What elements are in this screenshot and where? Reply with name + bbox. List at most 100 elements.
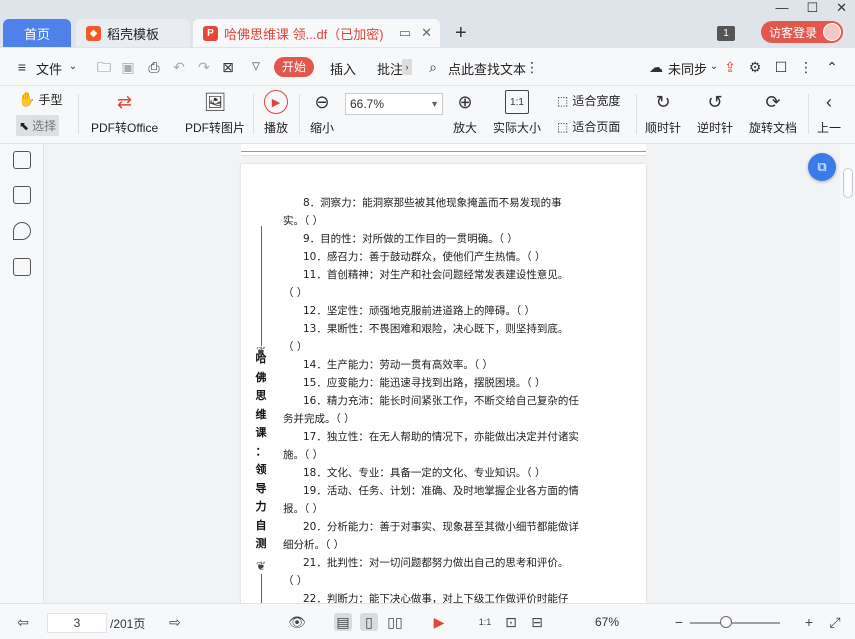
tab-daoke-template[interactable]: ◆ 稻壳模板 (76, 19, 190, 47)
floating-tool-button[interactable]: ⧉ (808, 153, 836, 181)
zoom-slider-knob[interactable] (720, 616, 732, 628)
print-icon[interactable]: ⎙ (146, 59, 162, 75)
fit-page-status-icon[interactable]: ⊡ (502, 613, 520, 631)
open-folder-icon[interactable]: 🗀 (96, 59, 112, 75)
rotate-counterclockwise-button[interactable]: ↺ 逆时针 (697, 90, 733, 136)
maximize-icon[interactable]: ☐ (806, 0, 818, 16)
more-vertical-icon[interactable]: ⋮ (524, 59, 540, 75)
ribbon-toolbar: ✋ 手型 ⬉ 选择 ⇄ PDF转Office 🖼 PDF转图片 ▶ 播放 ⊖ 缩… (0, 86, 855, 144)
minimize-icon[interactable]: — (775, 0, 788, 16)
next-page-arrow-icon[interactable]: ⇨ (166, 613, 184, 631)
fit-width-status-icon[interactable]: ⊟ (528, 613, 546, 631)
document-viewport[interactable]: ❦ 哈佛思维课：领导力自测 ❦ 8．洞察力：能洞察那些被其他现象掩盖而不易发现的… (45, 144, 840, 603)
pdf-to-office-button[interactable]: ⇄ PDF转Office (91, 90, 158, 136)
save-icon[interactable]: ▣ (120, 59, 136, 75)
zoom-in-button[interactable]: ⊕ 放大 (453, 90, 477, 136)
fit-width-button[interactable]: ⬚ 适合宽度 (557, 92, 620, 109)
play-button[interactable]: ▶ 播放 (264, 90, 288, 136)
zoom-percent: 67% (595, 615, 620, 629)
format-icon[interactable]: ⊠ (220, 59, 236, 75)
select-tool-label: 选择 (32, 119, 57, 133)
menu-annotate[interactable]: 批注 (377, 59, 403, 78)
pdf-to-image-button[interactable]: 🖼 PDF转图片 (185, 90, 245, 136)
tab-restore-icon[interactable]: ▭ (399, 25, 411, 41)
two-page-view-icon[interactable]: ▯▯ (386, 613, 404, 631)
more-vertical-icon[interactable]: ⋮ (798, 59, 814, 75)
prev-page-arrow-icon[interactable]: ⇦ (14, 613, 32, 631)
signature-icon[interactable] (13, 258, 31, 276)
status-bar: ⇦ 3 /201页 ⇨ 👁 ▤ ▯ ▯▯ ▶ 1:1 ⊡ ⊟ 67% − + ⤢ (0, 603, 855, 639)
menu-start[interactable]: 开始 (274, 57, 314, 77)
actual-size-status-icon[interactable]: 1:1 (476, 613, 494, 631)
tab-home[interactable]: 首页 (3, 19, 71, 47)
play-slideshow-icon[interactable]: ▶ (430, 613, 448, 631)
sync-status[interactable]: 未同步 (668, 59, 707, 78)
zoom-in-plus-icon[interactable]: + (800, 613, 818, 631)
actual-size-button[interactable]: 1:1 实际大小 (493, 90, 541, 136)
vertical-scrollbar[interactable] (840, 144, 855, 603)
play-icon: ▶ (264, 90, 288, 114)
tab-close-icon[interactable]: ✕ (421, 25, 432, 41)
doc-line: 19．活动、任务、计划：准确、及时地掌握企业各方面的情 (303, 485, 579, 497)
side-title-char: 佛 (255, 370, 267, 384)
menu-insert[interactable]: 插入 (330, 59, 356, 78)
eye-reading-mode-icon[interactable]: 👁 (288, 613, 306, 631)
search-icon[interactable]: ⌕ (425, 59, 441, 75)
chevron-left-icon: ‹ (826, 91, 832, 112)
total-pages: /201页 (110, 617, 146, 631)
cloud-sync-icon[interactable]: ☁ (648, 59, 664, 75)
new-tab-button[interactable]: + (455, 22, 467, 45)
fullscreen-icon[interactable]: ⤢ (826, 613, 844, 631)
annotation-icon[interactable] (13, 222, 31, 240)
outline-icon[interactable] (13, 151, 31, 169)
sync-dropdown-icon[interactable]: ⌄ (706, 59, 722, 75)
close-window-icon[interactable]: ✕ (836, 0, 847, 16)
zoom-value: 66.7% (350, 97, 385, 111)
select-tool-button[interactable]: ⬉ 选择 (16, 115, 60, 136)
page-count-badge[interactable]: 1 (717, 26, 735, 41)
visitor-login-button[interactable]: 访客登录 (761, 21, 843, 43)
chevron-down-icon[interactable]: ⌄ (65, 59, 81, 75)
settings-gear-icon[interactable]: ⚙ (747, 59, 763, 75)
single-page-view-icon[interactable]: ▤ (334, 613, 352, 631)
doc-line: 11．首创精神：对生产和社会问题经常发表建设性意见。 (303, 269, 569, 281)
zoom-out-minus-icon[interactable]: − (670, 613, 688, 631)
undo-icon[interactable]: ↶ (171, 59, 187, 75)
continuous-view-icon[interactable]: ▯ (360, 613, 378, 631)
hamburger-menu-icon[interactable]: ≡ (14, 59, 30, 75)
collapse-ribbon-icon[interactable]: ⌃ (824, 59, 840, 75)
translate-icon: ⧉ (817, 159, 827, 174)
pdf-to-image-label: PDF转图片 (185, 121, 246, 135)
zoom-slider[interactable] (690, 622, 780, 624)
redo-icon[interactable]: ↷ (196, 59, 212, 75)
rotate-clockwise-button[interactable]: ↻ 顺时针 (645, 90, 681, 136)
doc-line: 细分析。（ ） (283, 539, 345, 551)
feedback-icon[interactable]: ☐ (773, 59, 789, 75)
rotate-document-button[interactable]: ⟳ 旋转文档 (749, 90, 797, 136)
scrollbar-thumb[interactable] (843, 168, 853, 198)
menu-file[interactable]: 文件 (36, 59, 62, 78)
tab-document[interactable]: P 哈佛思维课 领...df（已加密) ▭ ✕ (193, 19, 440, 47)
zoom-out-button[interactable]: ⊖ 缩小 (310, 90, 334, 136)
pdf-page: ❦ 哈佛思维课：领导力自测 ❦ 8．洞察力：能洞察那些被其他现象掩盖而不易发现的… (241, 164, 646, 603)
page-number-input[interactable]: 3 (47, 613, 107, 633)
previous-page-button[interactable]: ‹ 上一 (817, 90, 841, 136)
side-title-char: 维 (255, 407, 267, 421)
menu-scroll-right-icon[interactable]: › (402, 59, 412, 75)
fit-page-icon: ⬚ (557, 119, 569, 134)
side-title-char: ： (255, 444, 267, 458)
share-icon[interactable]: ⇪ (722, 59, 738, 75)
hand-tool-button[interactable]: ✋ 手型 (18, 91, 62, 108)
more-dropdown-icon[interactable]: ▽ (248, 59, 264, 75)
doc-line: （ ） (283, 341, 308, 353)
search-text-button[interactable]: 点此查找文本 (448, 59, 526, 78)
tab-document-label: 哈佛思维课 领...df（已加密) (224, 26, 384, 42)
pdf-to-word-icon: ⇄ (117, 91, 133, 112)
fit-page-button[interactable]: ⬚ 适合页面 (557, 118, 620, 135)
page-body-text: 8．洞察力：能洞察那些被其他现象掩盖而不易发现的事 实。（ ） 9．目的性：对所做的… (283, 194, 583, 603)
side-title: 哈佛思维课 ： 领导力自测 (249, 350, 273, 554)
zoom-select[interactable]: 66.7% ▼ (345, 93, 443, 115)
rotate-ccw-icon: ↺ (707, 91, 723, 112)
thumbnail-image-icon[interactable] (13, 186, 31, 204)
window-controls: — ☐ ✕ (775, 0, 847, 16)
